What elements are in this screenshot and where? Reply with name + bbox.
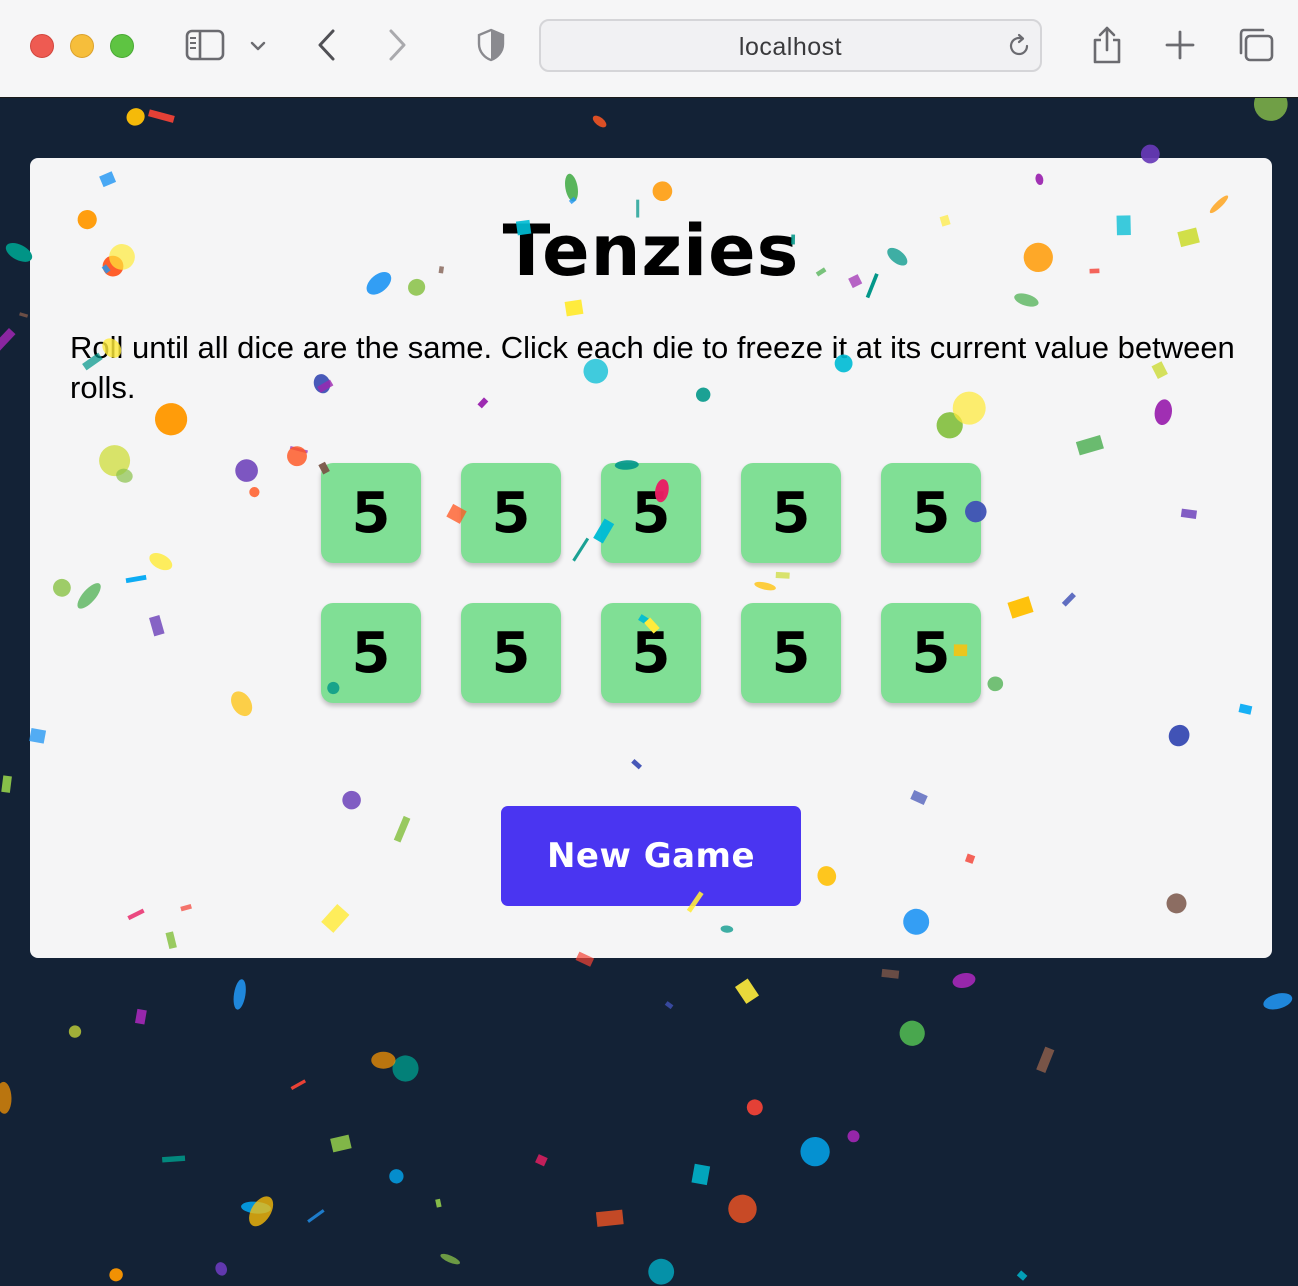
confetti-piece [691,1163,711,1186]
chevron-down-icon[interactable] [248,36,268,56]
confetti-piece [126,108,145,126]
confetti-piece [952,972,976,989]
confetti-piece [330,1134,352,1153]
browser-toolbar: localhost [0,0,1298,98]
confetti-piece [440,1253,460,1265]
minimize-window-icon[interactable] [70,34,94,58]
confetti-piece [215,1262,227,1276]
confetti-piece [241,1201,271,1214]
confetti-piece [135,1008,147,1025]
confetti-piece [728,1194,757,1224]
confetti-piece [881,968,900,979]
confetti-piece [664,1001,674,1010]
confetti-piece [249,1196,274,1227]
confetti-piece [0,1081,12,1114]
zoom-window-icon[interactable] [110,34,134,58]
game-instructions: Roll until all dice are the same. Click … [70,330,1235,405]
share-icon[interactable] [1089,24,1125,66]
confetti-piece [389,1169,404,1184]
die-6[interactable]: 5 [321,603,421,703]
confetti-piece [1263,993,1293,1010]
confetti-piece [535,1154,548,1167]
die-5[interactable]: 5 [881,463,981,563]
confetti-piece [1016,1270,1028,1281]
confetti-piece [1,775,12,793]
confetti-piece [595,1209,624,1227]
confetti-piece [233,979,246,1010]
confetti-piece [1036,1046,1055,1073]
confetti-piece [148,109,175,123]
confetti-piece [371,1051,396,1069]
plus-icon[interactable] [1163,28,1197,62]
die-2[interactable]: 5 [461,463,561,563]
confetti-piece [109,1268,123,1282]
confetti-piece [161,1155,186,1163]
confetti-piece [648,1258,675,1285]
shield-icon[interactable] [476,27,506,63]
die-4[interactable]: 5 [741,463,841,563]
confetti-piece [392,1055,419,1082]
tabs-overview-icon[interactable] [1236,26,1276,64]
confetti-piece [19,312,29,318]
game-title: Tenzies [502,210,800,292]
dice-grid: 5 5 5 5 5 5 5 5 5 5 [321,463,981,703]
url-text: localhost [738,33,843,61]
die-3[interactable]: 5 [601,463,701,563]
confetti-piece [307,1209,325,1223]
new-game-button[interactable]: New Game [501,806,801,906]
confetti-piece [68,1025,82,1038]
back-arrow-icon[interactable] [312,27,340,63]
confetti-piece [746,1099,763,1116]
die-9[interactable]: 5 [741,603,841,703]
address-bar[interactable]: localhost [539,19,1042,72]
confetti-piece [290,1079,307,1091]
confetti-piece [1253,98,1288,121]
die-10[interactable]: 5 [881,603,981,703]
reload-icon[interactable] [1005,32,1033,60]
game-card: Tenzies Roll until all dice are the same… [30,158,1272,958]
confetti-piece [0,327,16,353]
die-8[interactable]: 5 [601,603,701,703]
forward-arrow-icon[interactable] [384,27,412,63]
die-7[interactable]: 5 [461,603,561,703]
confetti-piece [435,1198,442,1208]
confetti-piece [847,1130,860,1143]
confetti-piece [800,1136,830,1167]
die-1[interactable]: 5 [321,463,421,563]
confetti-piece [734,978,760,1004]
confetti-piece [899,1020,925,1046]
confetti-piece [592,115,607,128]
close-window-icon[interactable] [30,34,54,58]
sidebar-icon[interactable] [185,28,225,62]
